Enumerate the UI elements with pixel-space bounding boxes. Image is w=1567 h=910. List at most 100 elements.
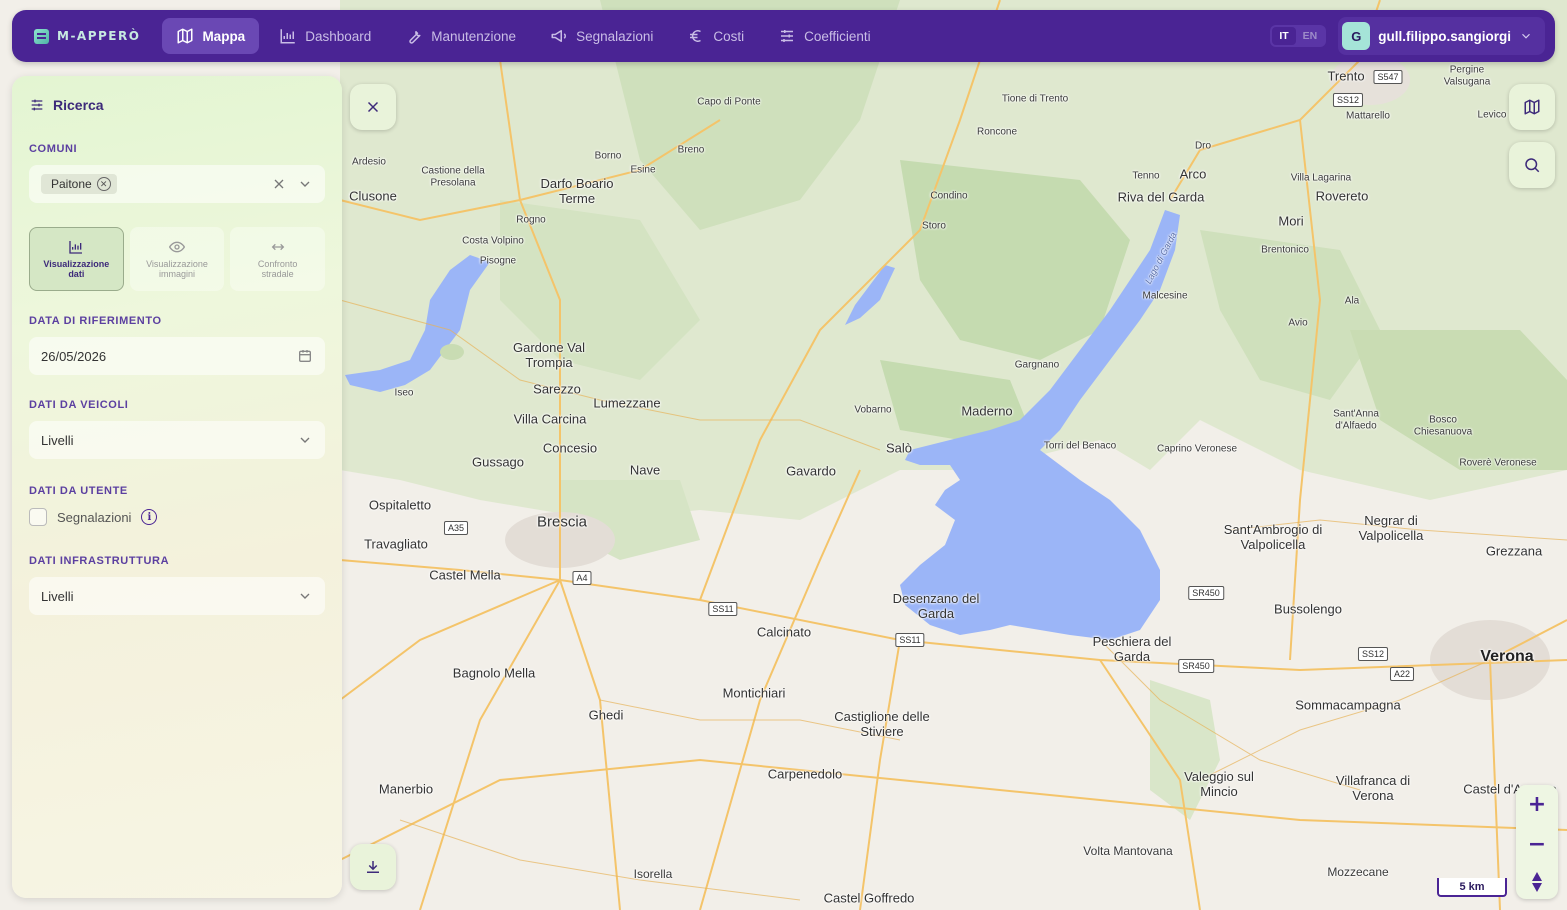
lang-en[interactable]: EN [1296,27,1325,45]
map-search-button[interactable] [1509,142,1555,188]
place-label: Bussolengo [1274,601,1342,617]
main-nav: Mappa Dashboard Manutenzione Segnalazion… [162,18,884,54]
place-label: Bosco Chiesanuova [1413,414,1473,438]
place-label: Caprino Veronese [1156,443,1238,455]
place-label: Castel Goffredo [823,890,915,906]
calendar-icon[interactable] [297,348,313,364]
compass-icon[interactable] [1530,871,1544,892]
euro-icon [690,30,702,42]
place-label: Trento [1327,68,1365,84]
download-button[interactable] [350,844,396,890]
chevron-down-icon [300,593,310,599]
place-label: Lumezzane [593,395,661,411]
place-label: Rogno [516,214,546,226]
place-label: Pergine Valsugana [1443,64,1491,88]
place-label: Gussago [471,454,525,470]
zoom-controls: + − [1516,785,1558,899]
logo-icon [34,28,49,44]
road-shield: A4 [572,571,592,585]
place-label: Gargnano [1014,359,1060,371]
infrastructure-select[interactable]: Livelli [29,577,325,615]
arrows-horizontal-icon [271,243,284,250]
checkbox-label: Segnalazioni [57,509,132,525]
mode-label: Visualizzazione immagini [146,258,208,279]
date-label: DATA DI RIFERIMENTO [29,315,162,327]
place-label: Sant'Anna d'Alfaedo [1333,408,1379,432]
map-layers-button[interactable] [1509,84,1555,130]
place-label: Costa Volpino [462,235,524,247]
logo-text: M-APPERÒ [57,29,141,43]
place-label: Montichiari [722,685,786,701]
nav-label: Mappa [202,28,246,44]
avatar: G [1342,22,1371,50]
map-icon [177,28,193,44]
date-field[interactable]: 26/05/2026 [29,337,325,375]
place-label: Tenno [1132,170,1160,182]
sliders-icon [31,99,43,111]
place-label: Calcinato [756,624,812,640]
zoom-out-button[interactable]: − [1528,832,1546,857]
place-label: Nave [629,462,661,478]
place-label: Sant'Ambrogio di Valpolicella [1223,522,1323,552]
mode-visualizzazione-dati[interactable]: Visualizzazione dati [29,227,124,291]
nav-label: Costi [713,28,745,44]
close-panel-button[interactable] [350,84,396,130]
place-label: Verona [1480,647,1534,665]
remove-chip-icon[interactable]: ✕ [96,177,111,191]
nav-item-dashboard[interactable]: Dashboard [265,18,385,54]
megaphone-icon [551,30,567,42]
eye-icon [169,241,185,252]
nav-label: Dashboard [305,28,372,44]
nav-item-manutenzione[interactable]: Manutenzione [391,18,530,54]
place-label: Grezzana [1485,543,1543,559]
place-label: Levico [1477,109,1507,121]
mode-confronto-stradale[interactable]: Confronto stradale [230,227,326,291]
close-icon [367,101,379,113]
sliders-icon [781,30,794,42]
comuni-select[interactable]: Paitone ✕ [29,165,325,203]
lang-it[interactable]: IT [1272,27,1296,45]
road-shield: A35 [443,521,469,535]
road-shield: SS11 [708,602,738,616]
mode-label: Visualizzazione dati [43,258,110,279]
vehicles-label: DATI DA VEICOLI [29,399,129,411]
zoom-in-button[interactable]: + [1528,792,1546,817]
place-label: Desenzano del Garda [892,591,980,621]
language-switcher: IT EN [1270,25,1327,47]
mode-visualizzazione-immagini[interactable]: Visualizzazione immagini [129,227,225,291]
place-label: Maderno [961,403,1013,419]
place-label: Dro [1194,140,1212,152]
place-label: Carpenedolo [767,766,843,782]
place-label: Bagnolo Mella [452,665,536,681]
infrastructure-value: Livelli [41,588,74,604]
place-label: Gavardo [786,463,836,479]
info-icon[interactable]: i [141,509,158,525]
nav-label: Manutenzione [431,28,517,44]
place-label: Manerbio [378,781,434,797]
place-label: Valeggio sul Mincio [1184,769,1254,799]
place-label: Ardesio [352,156,386,168]
place-label: Torri del Benaco [1043,440,1117,452]
vehicles-value: Livelli [41,432,74,448]
place-label: Isorella [633,867,673,882]
map-icon [1524,99,1540,115]
bar-chart-icon [280,29,295,44]
place-label: Ospitaletto [368,497,432,513]
search-icon [1525,158,1540,173]
road-shield: SS11 [895,633,925,647]
clear-icon[interactable] [271,176,287,192]
nav-item-segnalazioni[interactable]: Segnalazioni [536,18,667,54]
chevron-down-icon[interactable] [297,176,313,192]
nav-item-costi[interactable]: Costi [673,18,758,54]
user-menu[interactable]: G gull.filippo.sangiorgi [1338,17,1545,55]
place-label: Clusone [349,188,397,204]
segnalazioni-checkbox[interactable] [29,508,47,526]
app-logo[interactable]: M-APPERÒ [34,28,141,44]
mode-label: Confronto stradale [257,258,298,279]
nav-item-coefficienti[interactable]: Coefficienti [764,18,885,54]
vehicles-select[interactable]: Livelli [29,421,325,459]
date-value: 26/05/2026 [41,348,107,364]
place-label: Mori [1278,213,1304,229]
user-name: gull.filippo.sangiorgi [1378,28,1511,44]
nav-item-mappa[interactable]: Mappa [162,18,260,54]
